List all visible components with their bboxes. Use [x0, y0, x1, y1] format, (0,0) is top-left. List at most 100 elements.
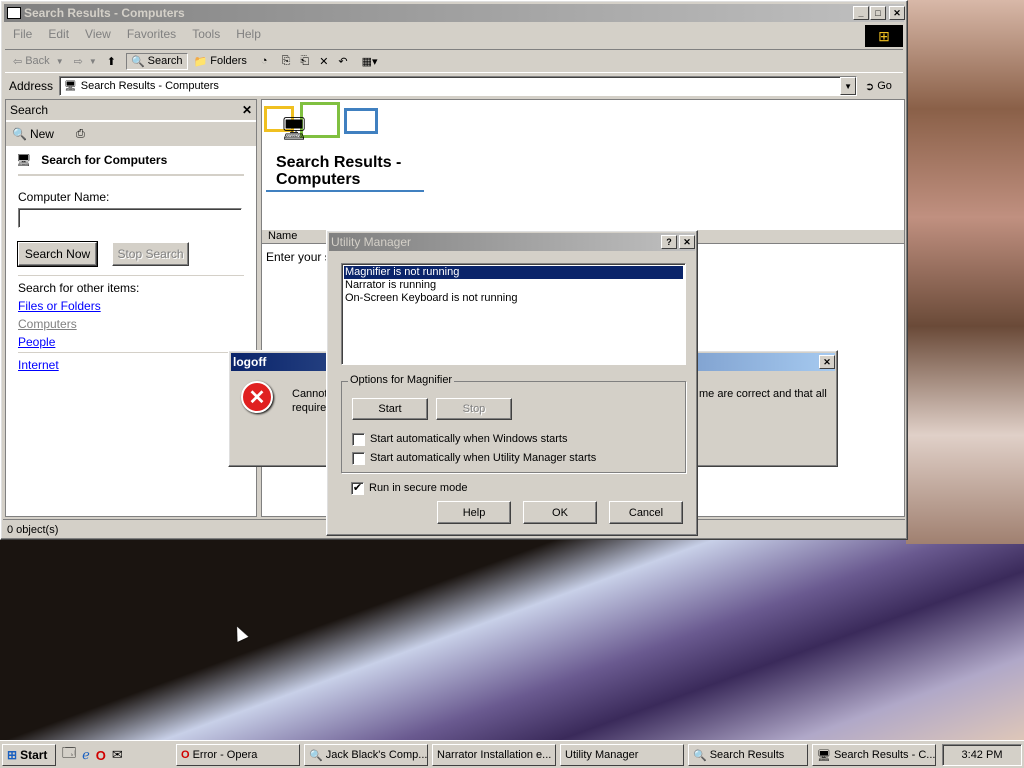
opera-icon[interactable]: O: [96, 748, 106, 763]
search-pane-toolbar: 🔍 New ⎙: [6, 122, 256, 146]
opera-task-icon: O: [181, 749, 190, 761]
task-error-opera[interactable]: O Error - Opera: [176, 744, 300, 766]
error-icon: ✕: [241, 381, 273, 413]
move-to-icon[interactable]: ⎘: [282, 55, 291, 68]
stop-search-button[interactable]: Stop Search: [112, 242, 189, 266]
um-title: Utility Manager: [331, 235, 412, 249]
menu-view[interactable]: View: [77, 27, 119, 45]
task-utility-manager[interactable]: Utility Manager: [560, 744, 684, 766]
quicklaunch: 🗔 ℯ O ✉: [62, 745, 123, 765]
um-ok-button[interactable]: OK: [523, 501, 597, 524]
um-cancel-button[interactable]: Cancel: [609, 501, 683, 524]
system-tray: 3:42 PM: [942, 744, 1022, 766]
divider-3: [18, 352, 244, 353]
task-search-results[interactable]: 🔍 Search Results: [688, 744, 808, 766]
search-pane-header: Search ✕: [6, 100, 256, 120]
um-help-button[interactable]: ?: [661, 235, 677, 249]
search-task-icon: 🔍: [309, 749, 323, 762]
back-icon[interactable]: ⇦: [13, 55, 22, 68]
column-name[interactable]: Name: [268, 230, 297, 242]
um-auto-um-label[interactable]: Start automatically when Utility Manager…: [370, 452, 596, 464]
up-folder-icon[interactable]: ⬆: [107, 55, 116, 68]
menu-tools[interactable]: Tools: [184, 27, 228, 45]
um-secure-mode-label[interactable]: Run in secure mode: [369, 482, 467, 494]
explorer-titlebar[interactable]: Search Results - Computers: [4, 4, 904, 22]
book-icon[interactable]: ⎙: [76, 128, 85, 141]
forward-dropdown-icon[interactable]: ▼: [89, 57, 97, 66]
undo-icon[interactable]: ↶: [338, 55, 347, 68]
search-results-icon: 🔍: [693, 749, 707, 762]
menu-help[interactable]: Help: [228, 27, 269, 45]
logoff-message-left: Cannot: [292, 388, 328, 400]
um-list-item-keyboard[interactable]: On-Screen Keyboard is not running: [344, 292, 683, 305]
menu-edit[interactable]: Edit: [40, 27, 77, 45]
toolbar: ⇦ Back ▼ ⇨ ▼ ⬆ 🔍 Search 📁 Folders ◔ ⎘ ⎗ ✕ …: [5, 49, 903, 73]
um-close-button[interactable]: ✕: [679, 235, 695, 249]
outlook-icon[interactable]: ✉: [112, 747, 123, 763]
logoff-message-left2: require: [292, 402, 327, 414]
um-list-item-narrator[interactable]: Narrator is running: [344, 279, 683, 292]
search-pane-close-icon[interactable]: ✕: [242, 103, 252, 117]
computer-name-label: Computer Name:: [18, 190, 110, 204]
delete-icon[interactable]: ✕: [319, 55, 328, 68]
new-search-icon: 🔍: [12, 127, 27, 141]
new-search-button[interactable]: 🔍 New: [12, 127, 54, 141]
folders-button[interactable]: 📁 Folders: [194, 55, 247, 68]
um-list-item-magnifier[interactable]: Magnifier is not running: [344, 266, 683, 279]
start-button[interactable]: ⊞ Start: [2, 744, 56, 766]
back-button[interactable]: Back: [25, 55, 49, 67]
windows-logo-icon: ⊞: [865, 25, 903, 47]
close-button[interactable]: ✕: [889, 6, 905, 20]
heading-divider: [18, 174, 244, 176]
link-files-folders[interactable]: Files or Folders: [18, 299, 101, 313]
um-listbox[interactable]: Magnifier is not running Narrator is run…: [341, 263, 686, 365]
address-dropdown-icon[interactable]: ▼: [840, 77, 857, 95]
forward-icon[interactable]: ⇨: [74, 55, 83, 68]
logoff-title: logoff: [233, 355, 267, 369]
address-bar: Address 🖥 Search Results - Computers ▼ ➲…: [5, 75, 903, 97]
search-now-button[interactable]: Search Now: [17, 241, 98, 267]
task-jack-black[interactable]: 🔍 Jack Black's Comp...: [304, 744, 428, 766]
menu-file[interactable]: File: [5, 27, 40, 45]
um-auto-windows-label[interactable]: Start automatically when Windows starts: [370, 433, 567, 445]
logoff-message-right: me are correct and that all: [699, 388, 827, 400]
clock[interactable]: 3:42 PM: [962, 749, 1003, 761]
results-banner-graphic: 🖥: [264, 102, 380, 152]
um-titlebar[interactable]: Utility Manager: [329, 233, 695, 251]
link-internet[interactable]: Internet: [18, 358, 59, 372]
go-button[interactable]: ➲ Go: [865, 80, 892, 93]
utility-manager-dialog: Utility Manager ? ✕ Magnifier is not run…: [326, 230, 698, 536]
maximize-button[interactable]: □: [870, 6, 886, 20]
history-icon[interactable]: ◔: [261, 55, 268, 67]
explorer-icon: [7, 7, 21, 19]
um-auto-windows-checkbox[interactable]: [352, 433, 365, 446]
um-secure-mode-checkbox[interactable]: ✔: [351, 482, 364, 495]
views-icon[interactable]: ▦▾: [362, 55, 378, 68]
status-text: 0 object(s): [7, 523, 59, 536]
explorer-title: Search Results - Computers: [24, 6, 185, 20]
search-icon: 🔍: [130, 55, 145, 68]
address-field[interactable]: 🖥 Search Results - Computers ▼: [59, 76, 858, 96]
minimize-button[interactable]: _: [853, 6, 869, 20]
results-title: Search Results - Computers: [276, 154, 402, 188]
internet-explorer-icon[interactable]: ℯ: [82, 747, 90, 763]
um-start-button[interactable]: Start: [352, 398, 428, 420]
link-people[interactable]: People: [18, 335, 55, 349]
computer-name-input[interactable]: [18, 208, 242, 228]
um-stop-button[interactable]: Stop: [436, 398, 512, 420]
um-auto-um-checkbox[interactable]: [352, 452, 365, 465]
task-search-results-computers[interactable]: 🖥 Search Results - C...: [812, 744, 936, 766]
search-button[interactable]: 🔍 Search: [125, 52, 188, 70]
um-help-btn[interactable]: Help: [437, 501, 511, 524]
show-desktop-icon[interactable]: 🗔: [62, 744, 76, 766]
logoff-close-button[interactable]: ✕: [819, 355, 835, 369]
back-dropdown-icon[interactable]: ▼: [56, 57, 64, 66]
task-narrator[interactable]: Narrator Installation e...: [432, 744, 556, 766]
link-computers[interactable]: Computers: [18, 317, 77, 331]
menu-favorites[interactable]: Favorites: [119, 27, 184, 45]
um-options-label: Options for Magnifier: [348, 374, 455, 386]
computer-icon: 🖥: [16, 153, 32, 167]
copy-to-icon[interactable]: ⎗: [300, 55, 309, 68]
wallpaper-right: [906, 0, 1024, 544]
address-icon: 🖥: [64, 80, 77, 92]
